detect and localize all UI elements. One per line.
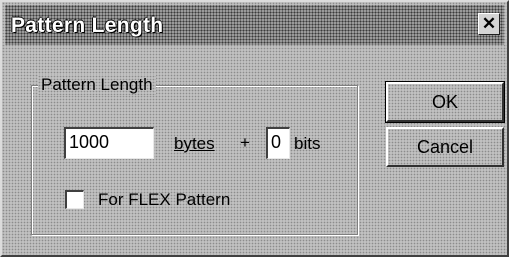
plus-sign: + [240, 133, 250, 152]
pattern-length-dialog: Pattern Length ✕ Pattern Length 1000 byt… [0, 0, 509, 257]
pattern-length-group [31, 85, 358, 235]
ok-button[interactable]: OK [385, 81, 505, 123]
close-icon: ✕ [481, 14, 497, 33]
cancel-button[interactable]: Cancel [386, 127, 504, 167]
group-title: Pattern Length [38, 75, 156, 95]
bytes-label-text: bytes [174, 134, 215, 153]
title-bar[interactable]: Pattern Length ✕ [5, 5, 504, 45]
flex-pattern-label[interactable]: For FLEX Pattern [98, 190, 230, 210]
dialog-title: Pattern Length [11, 14, 164, 37]
bytes-label: bytes [174, 134, 215, 154]
close-button[interactable]: ✕ [478, 13, 500, 35]
bits-label: bits [294, 134, 321, 153]
bits-input[interactable]: 0 [266, 127, 290, 159]
flex-pattern-checkbox[interactable] [65, 190, 84, 209]
bytes-input[interactable]: 1000 [64, 127, 154, 159]
